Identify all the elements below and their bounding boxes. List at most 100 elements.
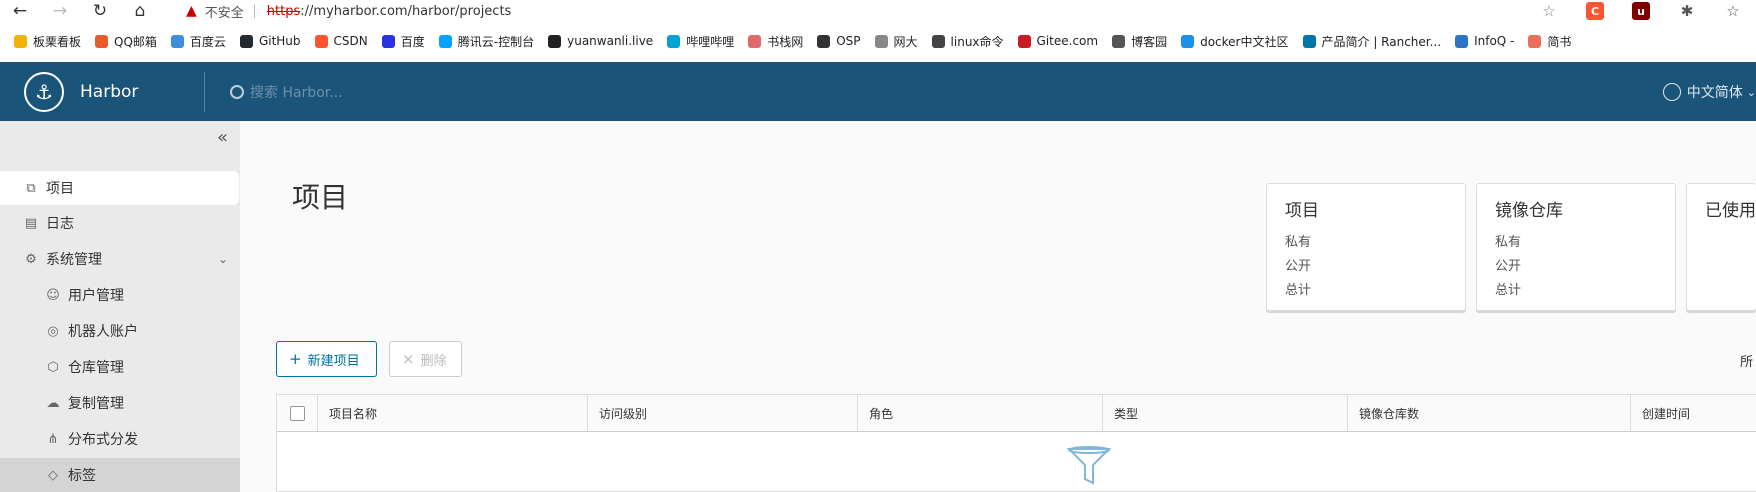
bookmark-item[interactable]: yuanwanli.live xyxy=(548,34,653,48)
card-row-total: 总计 xyxy=(1285,283,1312,298)
bookmark-favicon-icon xyxy=(1017,34,1031,48)
main-content: 项目 项目 私有 公开 总计 镜像仓库 私有 公开 总计 已使用 + 新建项目 … xyxy=(240,121,1756,492)
bookmark-item[interactable]: GitHub xyxy=(239,34,301,48)
bookmark-favicon-icon xyxy=(95,34,109,48)
delete-label: 删除 xyxy=(420,353,447,369)
forward-icon[interactable]: → xyxy=(40,0,80,22)
bookmark-favicon-icon xyxy=(874,34,888,48)
bookmark-favicon-icon xyxy=(1455,34,1469,48)
language-label: 中文简体 xyxy=(1686,85,1743,101)
csdn-extension-icon[interactable]: C xyxy=(1586,2,1604,20)
bookmark-favicon-icon xyxy=(170,34,184,48)
ublock-extension-icon[interactable]: u xyxy=(1632,2,1650,20)
bookmark-favicon-icon xyxy=(239,34,253,48)
bookmark-label: 博客园 xyxy=(1131,34,1168,49)
favorites-icon[interactable]: ☆ xyxy=(1724,2,1742,20)
sidebar-item-labels[interactable]: ◇ 标签 xyxy=(0,458,240,492)
bookmark-favicon-icon xyxy=(14,34,27,48)
card-row-private: 私有 xyxy=(1285,235,1312,250)
bookmark-item[interactable]: 网大 xyxy=(874,33,918,50)
projects-icon: ⧉ xyxy=(26,180,36,196)
bookmark-label: OSP xyxy=(836,34,861,48)
bookmark-item[interactable]: InfoQ - xyxy=(1455,34,1514,48)
tag-icon: ◇ xyxy=(48,467,58,483)
sidebar-item-admin[interactable]: ⚙ 系统管理 ⌄ xyxy=(0,242,240,276)
close-icon: × xyxy=(402,350,415,368)
extensions-puzzle-icon[interactable]: ✱ xyxy=(1678,2,1696,20)
bookmark-item[interactable]: 腾讯云-控制台 xyxy=(438,33,535,50)
bookmark-label: 书栈网 xyxy=(767,34,804,49)
bookmark-item[interactable]: 百度云 xyxy=(170,33,226,50)
column-header-name[interactable]: 项目名称 xyxy=(317,395,587,431)
bookmark-item[interactable]: CSDN xyxy=(314,34,368,48)
bookmark-item[interactable]: docker中文社区 xyxy=(1181,33,1289,50)
bookmark-item[interactable]: 哔哩哔哩 xyxy=(667,33,734,50)
extension-bar: ☆ C u ✱ ☆ xyxy=(1526,0,1756,22)
address-bar[interactable]: ▲ 不安全 https ://myharbor.com/harbor/proje… xyxy=(186,0,511,22)
global-search[interactable]: 搜索 Harbor... xyxy=(230,82,343,102)
bookmark-item[interactable]: 简书 xyxy=(1528,33,1571,50)
bookmark-item[interactable]: 板栗看板 xyxy=(14,33,81,50)
bookmark-item[interactable]: 百度 xyxy=(381,33,425,50)
column-header-repo-count[interactable]: 镜像仓库数 xyxy=(1347,395,1630,431)
bookmark-item[interactable]: QQ邮箱 xyxy=(95,33,157,50)
sidebar-item-distribution[interactable]: ⋔ 分布式分发 xyxy=(0,422,240,456)
harbor-logo-icon[interactable]: ⚓ xyxy=(24,71,64,112)
sidebar-item-label: 机器人账户 xyxy=(68,324,138,340)
page-title: 项目 xyxy=(292,181,349,214)
reload-icon[interactable]: ↻ xyxy=(80,0,120,22)
bookmark-item[interactable]: linux命令 xyxy=(931,33,1004,50)
sidebar-item-registries[interactable]: ⬡ 仓库管理 xyxy=(0,350,240,384)
registry-icon: ⬡ xyxy=(47,359,59,375)
new-project-button[interactable]: + 新建项目 xyxy=(276,341,377,377)
sidebar-item-label: 项目 xyxy=(46,181,74,197)
bookmark-favicon-icon xyxy=(1302,34,1316,48)
bookmark-item[interactable]: OSP xyxy=(817,34,861,48)
bookmarks-bar: 板栗看板 QQ邮箱 百度云 GitHub CSDN 百度 腾讯云-控制台 yuanwanli.… xyxy=(0,29,1756,53)
language-switcher[interactable]: 中文简体 ⌄ xyxy=(1662,82,1756,102)
select-all-checkbox[interactable] xyxy=(289,405,305,421)
admin-icon: ⚙ xyxy=(25,251,37,267)
header-divider xyxy=(204,72,205,112)
sidebar-item-users[interactable]: ☺ 用户管理 xyxy=(0,278,240,312)
filter-dropdown[interactable]: 所 xyxy=(1740,351,1756,370)
empty-filter-icon xyxy=(1067,446,1111,485)
chevron-down-icon: ⌄ xyxy=(1746,85,1756,99)
bookmark-label: 板栗看板 xyxy=(33,34,82,49)
bookmark-favicon-icon xyxy=(748,34,762,48)
bookmark-label: 腾讯云-控制台 xyxy=(457,34,535,49)
sidebar-item-label: 日志 xyxy=(46,216,74,232)
sidebar-item-projects[interactable]: ⧉ 项目 xyxy=(0,171,239,205)
new-project-label: 新建项目 xyxy=(307,353,360,369)
search-input[interactable]: 搜索 Harbor... xyxy=(250,82,343,102)
bookmark-label: 百度 xyxy=(400,34,425,49)
robot-icon: ◎ xyxy=(47,323,59,339)
sidebar-item-replication[interactable]: ☁ 复制管理 xyxy=(0,386,240,420)
chevron-down-icon: ⌄ xyxy=(217,252,228,266)
column-header-access[interactable]: 访问级别 xyxy=(587,395,857,431)
back-icon[interactable]: ← xyxy=(0,0,40,22)
column-header-role[interactable]: 角色 xyxy=(857,395,1102,431)
bookmark-item[interactable]: 书栈网 xyxy=(748,33,803,50)
bookmark-label: GitHub xyxy=(258,34,301,48)
column-header-created[interactable]: 创建时间 xyxy=(1630,395,1756,431)
column-header-type[interactable]: 类型 xyxy=(1102,395,1347,431)
bookmark-item[interactable]: 博客园 xyxy=(1112,33,1167,50)
delete-button[interactable]: × 删除 xyxy=(389,341,462,377)
brand-name[interactable]: Harbor xyxy=(80,82,138,102)
collapse-sidebar-icon[interactable]: « xyxy=(217,127,228,148)
bookmark-favicon-icon xyxy=(1528,34,1542,48)
sidebar-item-logs[interactable]: ▤ 日志 xyxy=(0,206,240,240)
home-icon[interactable]: ⌂ xyxy=(120,0,160,22)
sidebar-item-robots[interactable]: ◎ 机器人账户 xyxy=(0,314,240,348)
summary-card-repositories: 镜像仓库 私有 公开 总计 xyxy=(1476,183,1676,311)
sidebar-item-label: 分布式分发 xyxy=(68,432,138,448)
select-all-cell xyxy=(277,395,317,431)
bookmark-star-icon[interactable]: ☆ xyxy=(1540,2,1558,20)
logs-icon: ▤ xyxy=(24,215,38,231)
bookmark-label: InfoQ - xyxy=(1474,34,1515,48)
bookmark-item[interactable]: Gitee.com xyxy=(1017,34,1098,48)
bookmark-item[interactable]: 产品简介 | Rancher... xyxy=(1302,33,1441,50)
sidebar-item-label: 复制管理 xyxy=(68,396,124,412)
bookmark-label: QQ邮箱 xyxy=(114,34,157,49)
